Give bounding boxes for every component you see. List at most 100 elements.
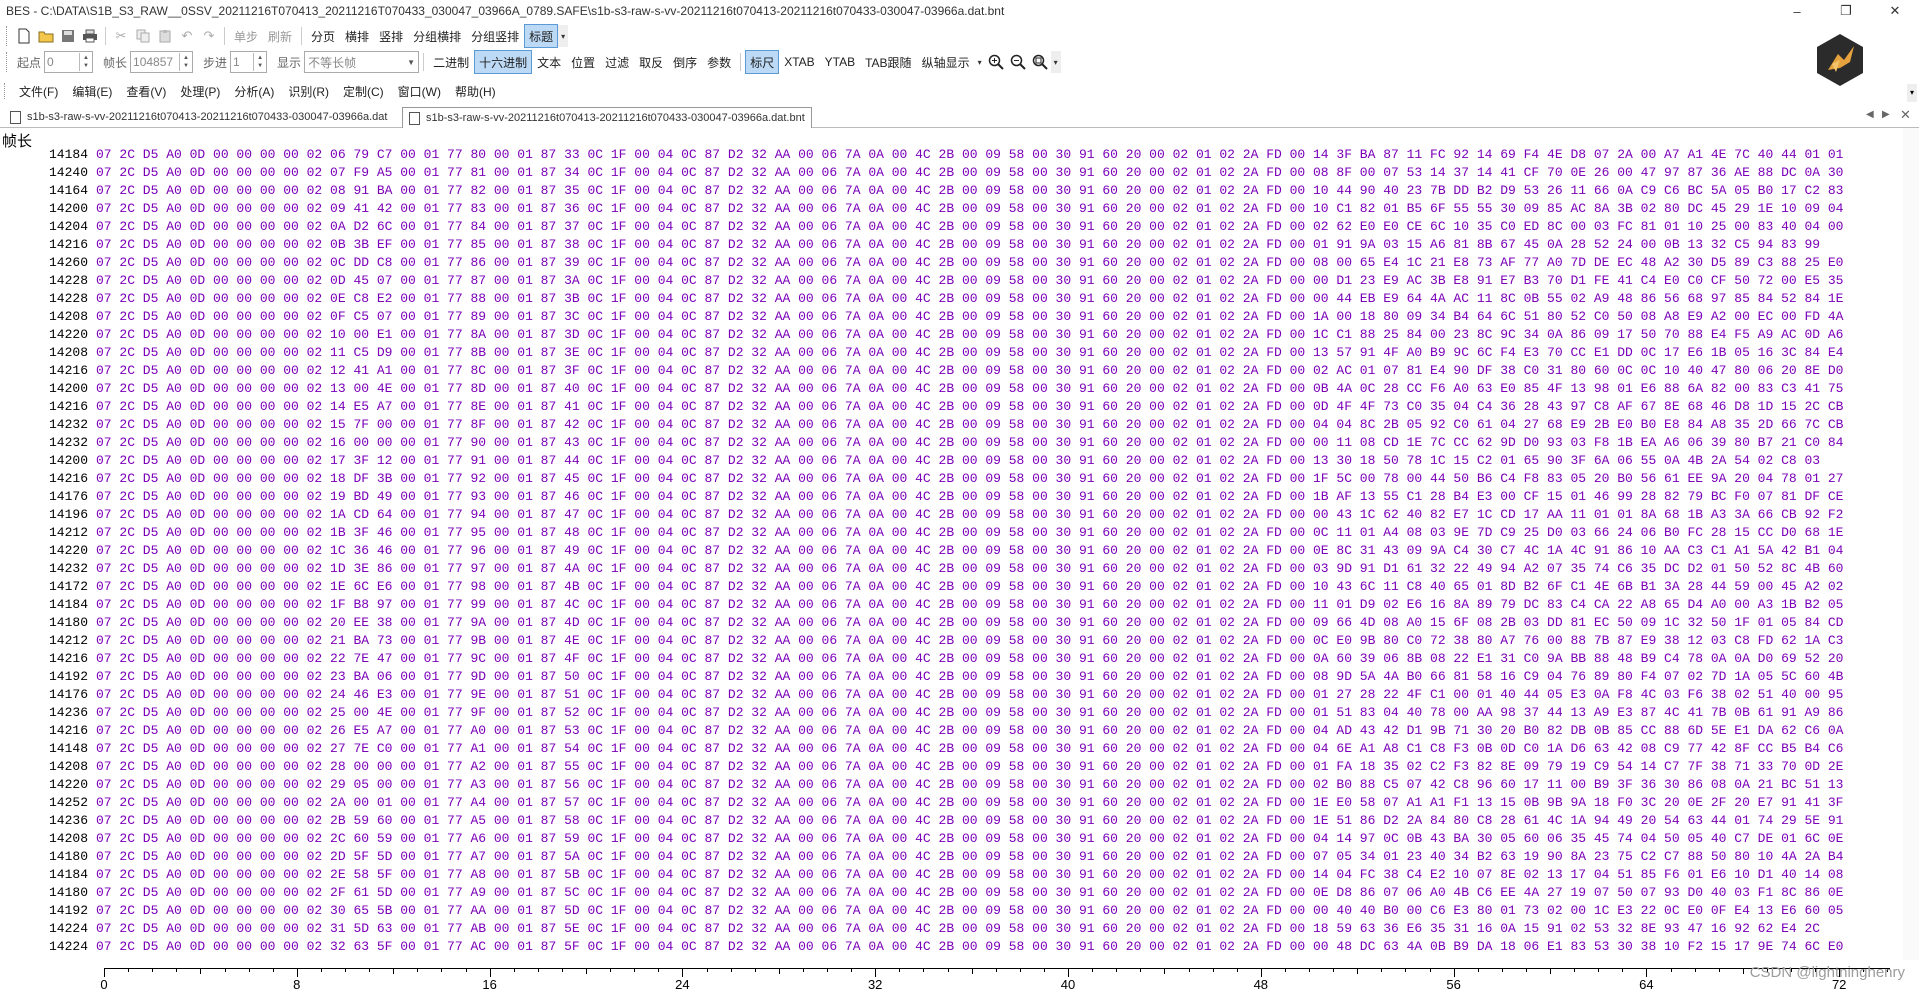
tab-bnt-file[interactable]: s1b-s3-raw-s-vv-20211216t070413-20211216… [402,107,812,128]
step-button[interactable]: 单步 [229,25,263,47]
maximize-button[interactable]: ❐ [1826,0,1866,22]
table-row[interactable]: 14180 07 2C D5 A0 0D 00 00 00 00 02 2D 5F… [0,848,1900,866]
table-row[interactable]: 14216 07 2C D5 A0 0D 00 00 00 00 02 26 E5… [0,722,1900,740]
menu-process[interactable]: 处理(P) [173,81,227,101]
table-row[interactable]: 14232 07 2C D5 A0 0D 00 00 00 00 02 15 7F… [0,416,1900,434]
table-row[interactable]: 14236 07 2C D5 A0 0D 00 00 00 00 02 2B 59… [0,812,1900,830]
table-row[interactable]: 14220 07 2C D5 A0 0D 00 00 00 00 02 29 05… [0,776,1900,794]
binary-button[interactable]: 二进制 [428,51,474,73]
table-row[interactable]: 14180 07 2C D5 A0 0D 00 00 00 00 02 20 EE… [0,614,1900,632]
step-spinner[interactable]: ▲▼ [230,51,268,73]
toolbar-overflow-icon[interactable]: ▾ [1050,51,1061,73]
table-row[interactable]: 14232 07 2C D5 A0 0D 00 00 00 00 02 1D 3E… [0,560,1900,578]
table-row[interactable]: 14200 07 2C D5 A0 0D 00 00 00 00 02 13 00… [0,380,1900,398]
table-row[interactable]: 14176 07 2C D5 A0 0D 00 00 00 00 02 19 BD… [0,488,1900,506]
table-row[interactable]: 14200 07 2C D5 A0 0D 00 00 00 00 02 17 3F… [0,452,1900,470]
table-row[interactable]: 14172 07 2C D5 A0 0D 00 00 00 00 02 1E 6C… [0,578,1900,596]
paging-button[interactable]: 分页 [306,25,340,47]
spinner-arrows-icon[interactable]: ▲ ▼ [79,53,92,71]
menubar-scroll-icon[interactable]: ▾ [1907,84,1917,102]
table-row[interactable]: 14164 07 2C D5 A0 0D 00 00 00 00 02 08 91… [0,182,1900,200]
copy-icon[interactable] [132,25,154,47]
filter-button[interactable]: 过滤 [600,51,634,73]
toolbar-grip[interactable] [6,52,10,72]
table-row[interactable]: 14192 07 2C D5 A0 0D 00 00 00 00 02 30 65… [0,902,1900,920]
table-row[interactable]: 14180 07 2C D5 A0 0D 00 00 00 00 02 2F 61… [0,884,1900,902]
frame-length-spinner[interactable]: ▲▼ [130,51,194,73]
table-row[interactable]: 14208 07 2C D5 A0 0D 00 00 00 00 02 28 00… [0,758,1900,776]
table-row[interactable]: 14200 07 2C D5 A0 0D 00 00 00 00 02 09 41… [0,200,1900,218]
vertical-layout-button[interactable]: 竖排 [374,25,408,47]
refresh-button[interactable]: 刷新 [263,25,297,47]
menu-file[interactable]: 文件(F) [12,81,65,101]
table-row[interactable]: 14208 07 2C D5 A0 0D 00 00 00 00 02 2C 60… [0,830,1900,848]
menu-edit[interactable]: 编辑(E) [65,81,119,101]
table-row[interactable]: 14232 07 2C D5 A0 0D 00 00 00 00 02 16 00… [0,434,1900,452]
menu-custom[interactable]: 定制(C) [336,81,391,101]
start-input[interactable] [45,53,80,71]
reverse-button[interactable]: 倒序 [668,51,702,73]
new-file-icon[interactable] [13,25,35,47]
table-row[interactable]: 14212 07 2C D5 A0 0D 00 00 00 00 02 21 BA… [0,632,1900,650]
spinner-arrows-icon[interactable]: ▲ ▼ [179,53,192,71]
close-button[interactable]: ✕ [1875,0,1915,22]
table-row[interactable]: 14216 07 2C D5 A0 0D 00 00 00 00 02 14 E5… [0,398,1900,416]
table-row[interactable]: 14228 07 2C D5 A0 0D 00 00 00 00 02 0D 45… [0,272,1900,290]
table-row[interactable]: 14184 07 2C D5 A0 0D 00 00 00 00 02 1F B8… [0,596,1900,614]
toolbar-grip[interactable] [6,26,10,46]
table-row[interactable]: 14208 07 2C D5 A0 0D 00 00 00 00 02 0F C5… [0,308,1900,326]
table-row[interactable]: 14216 07 2C D5 A0 0D 00 00 00 00 02 0B 3B… [0,236,1900,254]
table-row[interactable]: 14236 07 2C D5 A0 0D 00 00 00 00 02 25 00… [0,704,1900,722]
redo-icon[interactable]: ↷ [198,25,220,47]
table-row[interactable]: 14208 07 2C D5 A0 0D 00 00 00 00 02 11 C5… [0,344,1900,362]
hex-view[interactable]: 帧长 14184 07 2C D5 A0 0D 00 00 00 00 02 06… [0,128,1919,960]
table-row[interactable]: 14216 07 2C D5 A0 0D 00 00 00 00 02 22 7E… [0,650,1900,668]
table-row[interactable]: 14260 07 2C D5 A0 0D 00 00 00 00 02 0C DD… [0,254,1900,272]
paste-icon[interactable] [154,25,176,47]
undo-icon[interactable]: ↶ [176,25,198,47]
tab-follow-button[interactable]: TAB跟随 [860,51,916,73]
table-row[interactable]: 14196 07 2C D5 A0 0D 00 00 00 00 02 1A CD… [0,506,1900,524]
display-mode-select[interactable]: 不等长帧 ▼ [304,51,420,73]
table-row[interactable]: 14216 07 2C D5 A0 0D 00 00 00 00 02 12 41… [0,362,1900,380]
toolbar-overflow-icon[interactable]: ▾ [558,25,569,47]
table-row[interactable]: 14240 07 2C D5 A0 0D 00 00 00 00 02 07 F9… [0,164,1900,182]
table-row[interactable]: 14224 07 2C D5 A0 0D 00 00 00 00 02 31 5D… [0,920,1900,938]
tab-scroll-left-icon[interactable]: ◀ [1866,109,1874,120]
tab-dat-file[interactable]: s1b-s3-raw-s-vv-20211216t070413-20211216… [4,108,393,126]
position-button[interactable]: 位置 [566,51,600,73]
title-toggle-button[interactable]: 标题 [524,24,559,48]
table-row[interactable]: 14220 07 2C D5 A0 0D 00 00 00 00 02 1C 36… [0,542,1900,560]
table-row[interactable]: 14216 07 2C D5 A0 0D 00 00 00 00 02 18 DF… [0,470,1900,488]
xtab-button[interactable]: XTAB [779,51,819,73]
vertical-scrollbar[interactable] [1903,128,1919,960]
tab-scroll-right-icon[interactable]: ▶ [1882,109,1890,120]
group-horizontal-button[interactable]: 分组横排 [408,25,466,47]
step-input[interactable] [231,53,254,71]
table-row[interactable]: 14204 07 2C D5 A0 0D 00 00 00 00 02 0A D2… [0,218,1900,236]
spinner-arrows-icon[interactable]: ▲ ▼ [253,53,266,71]
table-row[interactable]: 14252 07 2C D5 A0 0D 00 00 00 00 02 2A 00… [0,794,1900,812]
menu-recognize[interactable]: 识别(R) [281,81,336,101]
y-axis-display-button[interactable]: 纵轴显示 [917,51,975,73]
table-row[interactable]: 14148 07 2C D5 A0 0D 00 00 00 00 02 27 7E… [0,740,1900,758]
ruler-button[interactable]: 标尺 [745,50,780,74]
menu-grip[interactable] [4,83,8,99]
menu-view[interactable]: 查看(V) [119,81,173,101]
table-row[interactable]: 14228 07 2C D5 A0 0D 00 00 00 00 02 0E C8… [0,290,1900,308]
table-row[interactable]: 14220 07 2C D5 A0 0D 00 00 00 00 02 10 00… [0,326,1900,344]
table-row[interactable]: 14224 07 2C D5 A0 0D 00 00 00 00 02 32 63… [0,938,1900,956]
save-icon[interactable] [57,25,79,47]
ytab-button[interactable]: YTAB [820,51,860,73]
table-row[interactable]: 14176 07 2C D5 A0 0D 00 00 00 00 02 24 46… [0,686,1900,704]
print-icon[interactable] [79,25,101,47]
frame-length-input[interactable] [131,53,180,71]
hex-button[interactable]: 十六进制 [474,50,533,74]
horizontal-layout-button[interactable]: 横排 [340,25,374,47]
table-row[interactable]: 14184 07 2C D5 A0 0D 00 00 00 00 02 2E 58… [0,866,1900,884]
zoom-fit-icon[interactable] [1029,51,1051,73]
zoom-out-icon[interactable] [1007,51,1029,73]
start-spinner[interactable]: ▲▼ [44,51,94,73]
params-button[interactable]: 参数 [702,51,736,73]
tab-close-icon[interactable]: ✕ [1900,107,1911,123]
